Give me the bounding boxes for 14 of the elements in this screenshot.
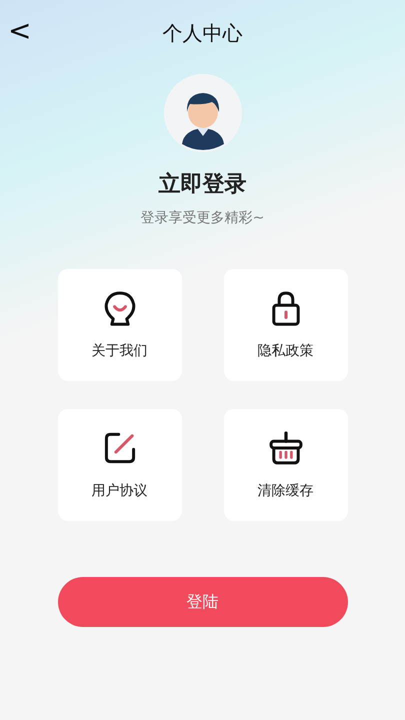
login-prompt[interactable]: 立即登录 [158,172,246,198]
menu-label: 关于我们 [92,342,148,361]
basket-icon [266,428,304,467]
menu-label: 用户协议 [92,482,148,501]
back-button[interactable]: < [4,14,36,48]
menu-card[interactable]: 用户协议 [58,409,182,522]
menu-card[interactable]: 关于我们 [58,269,182,382]
menu-card[interactable]: 隐私政策 [224,269,348,382]
page-title: 个人中心 [162,23,242,43]
login-subtitle: 登录享受更多精彩~ [140,209,264,228]
menu-card[interactable]: 清除缓存 [224,409,348,522]
menu-label: 隐私政策 [258,342,314,361]
menu-label: 清除缓存 [258,482,314,501]
login-button[interactable]: 登陆 [58,577,348,628]
